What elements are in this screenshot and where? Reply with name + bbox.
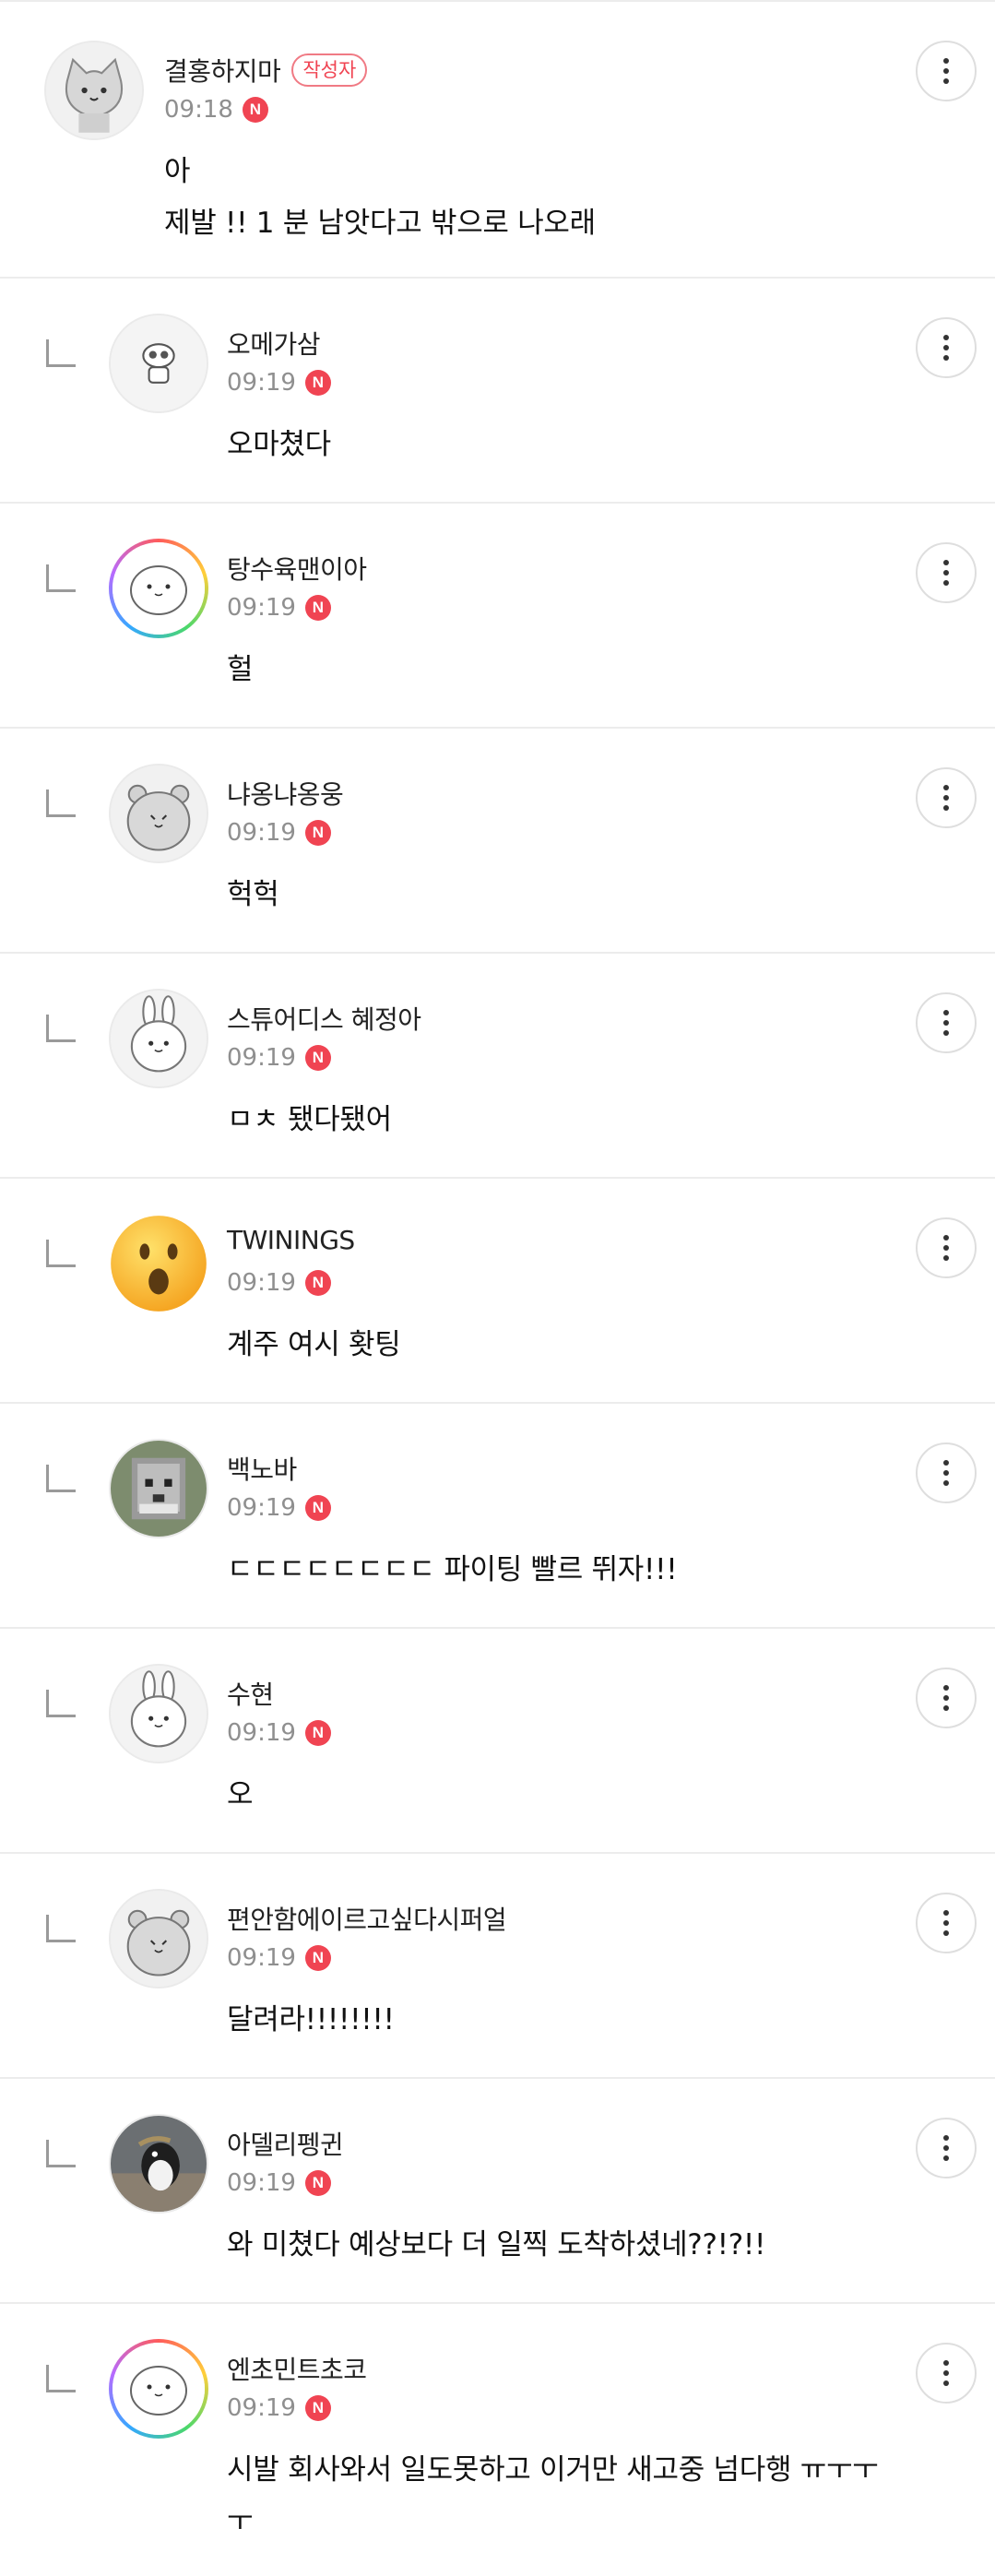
comment-item: TWININGS 09:19 N 계주 여시 홧팅	[0, 1177, 995, 1402]
new-badge: N	[304, 1045, 331, 1071]
reply-arrow-icon	[46, 1915, 76, 1942]
comment-body: 헐	[227, 653, 254, 686]
comment-item: 탕수육맨이아 09:19 N 헐	[0, 502, 995, 727]
timestamp: 09:19	[227, 1719, 296, 1747]
more-vertical-icon[interactable]	[916, 992, 977, 1053]
new-badge: N	[242, 97, 268, 123]
timestamp: 09:19	[227, 2169, 296, 2197]
avatar[interactable]	[44, 41, 144, 140]
avatar[interactable]	[109, 1889, 208, 1988]
reply-arrow-icon	[46, 2365, 76, 2392]
avatar[interactable]	[109, 1214, 208, 1313]
timestamp: 09:19	[227, 1269, 296, 1297]
new-badge: N	[304, 595, 331, 621]
new-badge: N	[304, 1270, 331, 1296]
more-vertical-icon[interactable]	[916, 1668, 977, 1728]
comment-item: 편안함에이르고싶다시퍼얼 09:19 N 달려라!!!!!!!!	[0, 1852, 995, 2077]
new-badge: N	[304, 820, 331, 846]
avatar[interactable]	[109, 539, 208, 638]
reply-arrow-icon	[46, 1240, 76, 1267]
comment-body: ㄷㄷㄷㄷㄷㄷㄷㄷ 파이팅 빨르 뛰자!!!	[227, 1553, 678, 1586]
reply-arrow-icon	[46, 1690, 76, 1717]
more-vertical-icon[interactable]	[916, 542, 977, 603]
avatar[interactable]	[109, 314, 208, 413]
timestamp: 09:19	[227, 2394, 296, 2422]
nickname[interactable]: 엔초민트초코	[227, 2350, 367, 2387]
reply-arrow-icon	[46, 339, 76, 367]
reply-arrow-icon	[46, 564, 76, 592]
avatar[interactable]	[109, 1439, 208, 1538]
reply-arrow-icon	[46, 2140, 76, 2167]
more-vertical-icon[interactable]	[916, 41, 977, 101]
more-vertical-icon[interactable]	[916, 1893, 977, 1953]
more-vertical-icon[interactable]	[916, 2118, 977, 2178]
comment-item: 결홍하지마 작성자 09:18 N 아 제발 !! 1 분 남앗다고 밖으로 나…	[0, 0, 995, 277]
new-badge: N	[304, 2395, 331, 2421]
timestamp: 09:19	[227, 819, 296, 847]
new-badge: N	[304, 1720, 331, 1746]
comment-item: 수현 09:19 N 오	[0, 1627, 995, 1852]
reply-arrow-icon	[46, 1015, 76, 1042]
nickname[interactable]: 탕수육맨이아	[227, 550, 367, 587]
timestamp: 09:19	[227, 594, 296, 622]
new-badge: N	[304, 1495, 331, 1521]
nickname[interactable]: 백노바	[227, 1450, 297, 1487]
comment-body: 오마쳤다	[227, 428, 331, 461]
nickname[interactable]: 스튜어디스 혜정아	[227, 1000, 421, 1037]
nickname[interactable]: 결홍하지마	[164, 52, 281, 89]
avatar[interactable]	[109, 2339, 208, 2439]
timestamp: 09:18	[164, 96, 233, 124]
more-vertical-icon[interactable]	[916, 317, 977, 378]
comment-body: 계주 여시 홧팅	[227, 1328, 401, 1361]
new-badge: N	[304, 1945, 331, 1971]
comment-body: 시발 회사와서 일도못하고 이거만 새고중 넘다행 ㅠㅜㅜ ㅜ	[227, 2453, 879, 2538]
nickname[interactable]: 수현	[227, 1675, 274, 1712]
timestamp: 09:19	[227, 369, 296, 397]
reply-arrow-icon	[46, 789, 76, 817]
timestamp: 09:19	[227, 1944, 296, 1972]
nickname[interactable]: 오메가삼	[227, 325, 321, 362]
comment-item: 아델리펭귄 09:19 N 와 미쳤다 예상보다 더 일찍 도착하셨네??!?!…	[0, 2077, 995, 2302]
more-vertical-icon[interactable]	[916, 1442, 977, 1503]
author-badge: 작성자	[291, 53, 368, 87]
avatar[interactable]	[109, 764, 208, 863]
comment-body: 아 제발 !! 1 분 남앗다고 밖으로 나오래	[164, 155, 596, 240]
comment-body: 와 미쳤다 예상보다 더 일찍 도착하셨네??!?!!	[227, 2228, 766, 2261]
comment-body: 달려라!!!!!!!!	[227, 2003, 395, 2036]
comment-body: ㅁㅊ 됐다됐어	[227, 1103, 392, 1136]
timestamp: 09:19	[227, 1494, 296, 1522]
comment-item: 백노바 09:19 N ㄷㄷㄷㄷㄷㄷㄷㄷ 파이팅 빨르 뛰자!!!	[0, 1402, 995, 1627]
more-vertical-icon[interactable]	[916, 2343, 977, 2404]
comment-item: 오메가삼 09:19 N 오마쳤다	[0, 277, 995, 502]
new-badge: N	[304, 2170, 331, 2196]
avatar[interactable]	[109, 1664, 208, 1763]
nickname[interactable]: 아델리펭귄	[227, 2125, 344, 2162]
nickname[interactable]: 냐옹냐옹웅	[227, 775, 344, 812]
nickname[interactable]: TWININGS	[227, 1225, 355, 1255]
comment-item: 스튜어디스 혜정아 09:19 N ㅁㅊ 됐다됐어	[0, 952, 995, 1177]
more-vertical-icon[interactable]	[916, 1217, 977, 1278]
comment-body: 오	[227, 1778, 254, 1811]
comment-item: 냐옹냐옹웅 09:19 N 헉헉	[0, 727, 995, 952]
new-badge: N	[304, 370, 331, 396]
more-vertical-icon[interactable]	[916, 767, 977, 828]
reply-arrow-icon	[46, 1465, 76, 1492]
nickname[interactable]: 편안함에이르고싶다시퍼얼	[227, 1900, 507, 1937]
comment-item: 엔초민트초코 09:19 N 시발 회사와서 일도못하고 이거만 새고중 넘다행…	[0, 2302, 995, 2576]
timestamp: 09:19	[227, 1044, 296, 1072]
comment-body: 헉헉	[227, 878, 279, 911]
avatar[interactable]	[109, 989, 208, 1088]
avatar[interactable]	[109, 2114, 208, 2214]
